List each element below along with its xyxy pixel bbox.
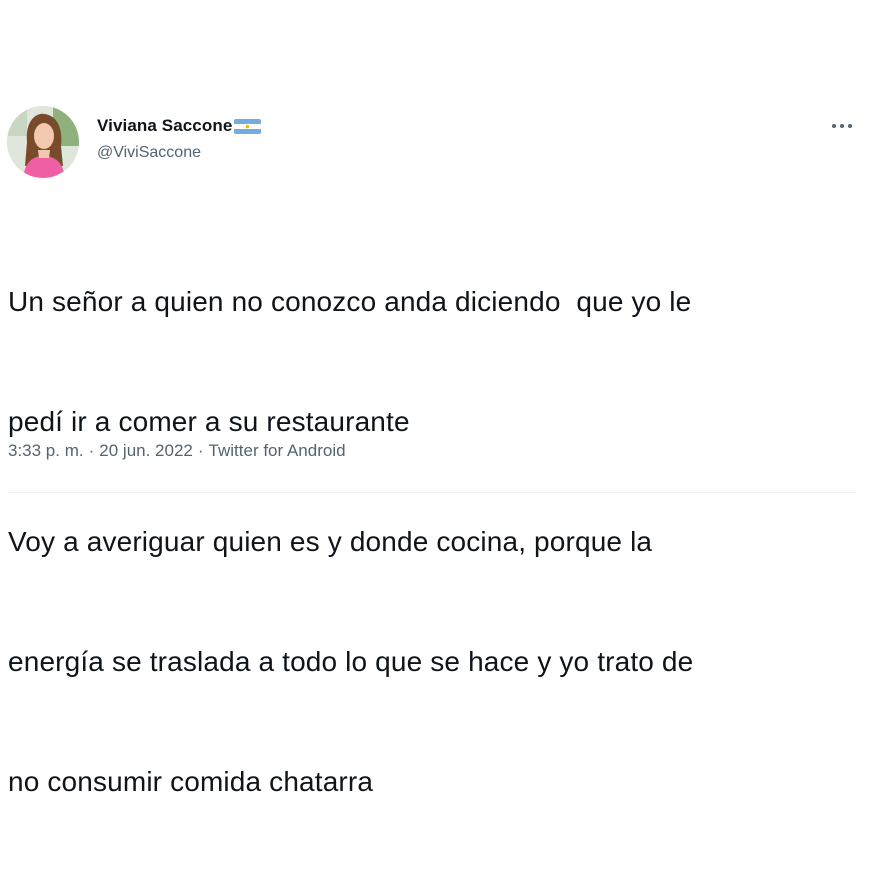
user-handle[interactable]: @ViviSaccone bbox=[97, 144, 262, 162]
tweet-text-line: Un señor a quien no conozco anda diciend… bbox=[8, 286, 692, 317]
divider bbox=[7, 492, 857, 493]
tweet-source[interactable]: Twitter for Android bbox=[209, 441, 346, 461]
tweet-text-line: Voy a averiguar quien es y donde cocina,… bbox=[8, 526, 653, 557]
tweet-text-line: pedí ir a comer a su restaurante bbox=[8, 406, 410, 437]
tweet-time[interactable]: 3:33 p. m. bbox=[8, 441, 84, 461]
tweet-meta: 3:33 p. m. · 20 jun. 2022 · Twitter for … bbox=[8, 441, 346, 461]
tweet-date[interactable]: 20 jun. 2022 bbox=[99, 441, 193, 461]
avatar-image bbox=[7, 106, 79, 178]
meta-separator: · bbox=[197, 441, 204, 460]
argentina-flag-icon bbox=[233, 117, 262, 135]
meta-separator: · bbox=[88, 441, 95, 460]
display-name[interactable]: Viviana Saccone bbox=[97, 116, 232, 136]
name-row: Viviana Saccone bbox=[97, 114, 262, 138]
more-dots-icon bbox=[832, 124, 852, 128]
tweet-text-line: no consumir comida chatarra bbox=[8, 766, 374, 797]
avatar[interactable] bbox=[7, 106, 79, 178]
tweet-card: Viviana Saccone @ViviSaccone Un señor a … bbox=[0, 0, 879, 797]
tweet-text-line: energía se traslada a todo lo que se hac… bbox=[8, 646, 694, 677]
tweet-text: Un señor a quien no conozco anda diciend… bbox=[8, 202, 868, 882]
more-options-button[interactable] bbox=[826, 116, 858, 136]
tweet-header: Viviana Saccone @ViviSaccone bbox=[97, 114, 262, 162]
